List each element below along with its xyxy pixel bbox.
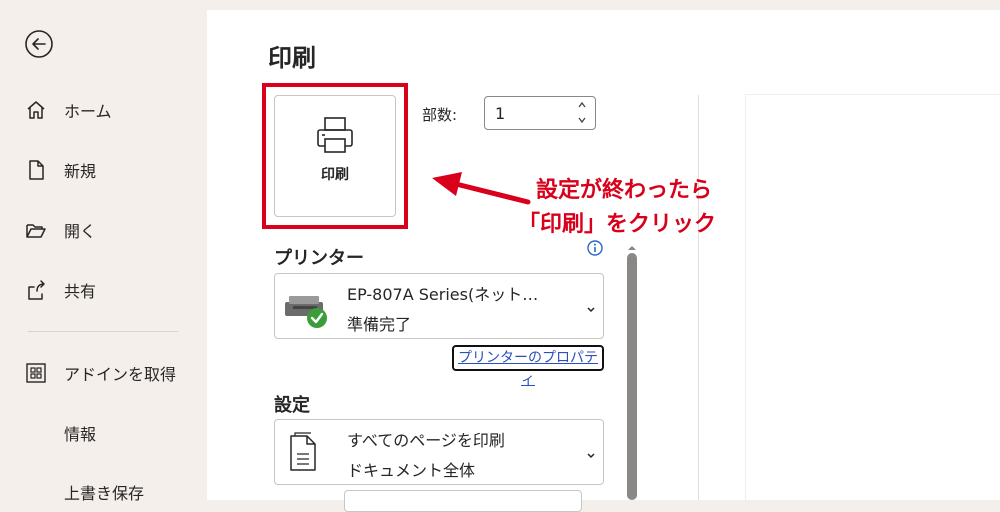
annotation-line1: 設定が終わったら <box>536 178 713 203</box>
nav-item-label: アドインを取得 <box>64 365 177 384</box>
chevron-down-icon <box>585 301 597 313</box>
printer-properties-link[interactable]: プリンターのプロパティ <box>452 345 604 388</box>
scrollbar-thumb[interactable] <box>627 253 637 500</box>
back-button[interactable] <box>24 29 54 59</box>
nav-item-label: 新規 <box>64 162 97 181</box>
printer-ready-icon <box>283 286 331 336</box>
nav-item-label: 上書き保存 <box>64 484 145 503</box>
printer-status: 準備完了 <box>347 315 412 334</box>
nav-item-label: 開く <box>64 222 97 241</box>
next-setting-select[interactable] <box>344 490 582 512</box>
nav-item-label: ホーム <box>64 102 112 121</box>
printer-select[interactable]: EP-807A Series(ネット… 準備完了 <box>274 273 604 339</box>
nav-item-home[interactable]: ホーム <box>24 96 112 124</box>
nav-item-info[interactable]: 情報 <box>64 419 96 447</box>
nav-item-open[interactable]: 開く <box>24 216 96 244</box>
document-pages-icon <box>287 432 323 478</box>
back-arrow-icon <box>25 30 53 58</box>
home-icon <box>24 98 48 122</box>
new-document-icon <box>24 158 48 182</box>
chevron-down-icon[interactable] <box>575 113 589 132</box>
nav-item-save[interactable]: 上書き保存 <box>64 478 144 506</box>
printer-icon <box>314 114 358 162</box>
print-button[interactable]: 印刷 <box>274 95 396 217</box>
info-icon[interactable] <box>587 240 603 256</box>
print-button-label: 印刷 <box>321 167 349 183</box>
nav-item-get-addins[interactable]: アドインを取得 <box>24 359 176 387</box>
panel-divider <box>698 95 699 500</box>
annotation-line2: 「印刷」をクリック <box>518 212 717 237</box>
backstage-nav: ホーム 新規 開く 共有 アドインを取得 情報 上書き保存 <box>0 0 207 503</box>
copies-stepper[interactable]: 1 <box>484 96 596 130</box>
nav-item-share[interactable]: 共有 <box>24 276 96 304</box>
print-scope-line2: ドキュメント全体 <box>347 461 476 480</box>
addins-grid-icon <box>24 361 48 385</box>
nav-divider <box>28 331 178 332</box>
open-folder-icon <box>24 218 48 242</box>
settings-section-title: 設定 <box>274 395 310 416</box>
print-scope-line1: すべてのページを印刷 <box>347 431 505 450</box>
page-title: 印刷 <box>268 44 316 72</box>
nav-item-label: 情報 <box>64 425 97 444</box>
nav-item-new[interactable]: 新規 <box>24 156 96 184</box>
printer-name: EP-807A Series(ネット… <box>347 285 539 304</box>
nav-item-label: 共有 <box>64 282 97 301</box>
scroll-up-arrow-icon[interactable] <box>627 238 637 250</box>
copies-label: 部数: <box>422 106 458 124</box>
printer-section-title: プリンター <box>274 248 364 269</box>
print-scope-select[interactable]: すべてのページを印刷 ドキュメント全体 <box>274 419 604 485</box>
chevron-down-icon <box>585 447 597 459</box>
share-icon <box>24 278 48 302</box>
print-preview-page <box>746 95 1000 500</box>
copies-value: 1 <box>495 104 506 123</box>
